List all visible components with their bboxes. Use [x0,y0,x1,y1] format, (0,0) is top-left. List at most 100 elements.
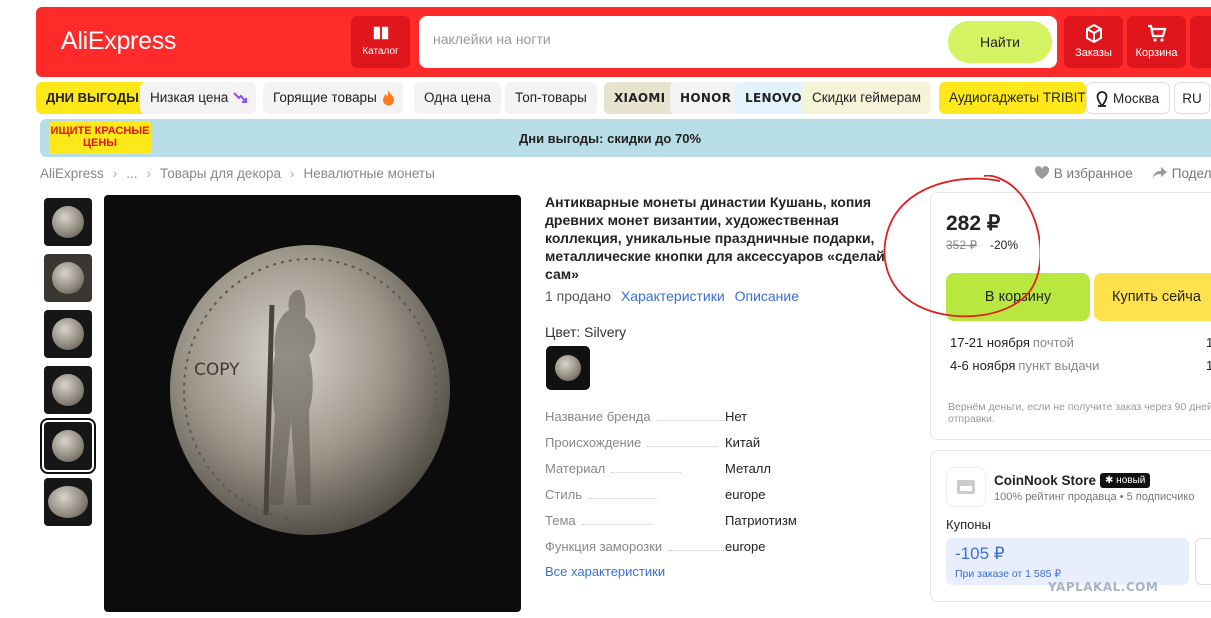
badge-label: новый [1116,475,1146,486]
coin-image [48,486,88,518]
coin-image [52,374,84,406]
coin-image [52,430,84,462]
product-thumbnail[interactable] [44,366,92,414]
chip-lenovo[interactable]: LENOVO [735,82,812,114]
share-icon [1153,167,1167,179]
buy-now-button[interactable]: Купить сейча [1094,273,1211,321]
promo-chips: ДНИ ВЫГОДЫ Низкая цена Горящие товары Од… [36,82,1211,114]
chip-label: Горящие товары [273,90,377,105]
search-box: Найти [419,16,1057,68]
location-selector[interactable]: Москва [1086,82,1170,114]
chip-one-price[interactable]: Одна цена [414,82,501,114]
watermark: YAPLAKAL.COM [1048,580,1159,594]
more-header-button[interactable] [1190,16,1211,68]
spec-value: Металл [725,461,771,476]
store-name[interactable]: CoinNook Store [994,473,1096,488]
product-thumbnail[interactable] [44,198,92,246]
color-swatch-silvery[interactable] [546,346,590,390]
spec-key: Название бренда [545,409,651,424]
fire-icon [382,90,394,106]
chevron-right-icon: › [290,166,295,181]
chip-top-products[interactable]: Топ-товары [505,82,597,114]
spec-row: Стиль europe [545,487,875,513]
delivery-row[interactable]: 4-6 ноября пункт выдачи [950,358,1099,373]
language-selector[interactable]: RU [1174,82,1210,114]
spec-key: Происхождение [545,435,642,450]
spec-row: Тема Патриотизм [545,513,875,539]
catalog-button[interactable]: Каталог [351,16,410,68]
coupon-amount: -105 ₽ [955,544,1005,563]
coin-image [52,318,84,350]
delivery-row[interactable]: 17-21 ноября почтой [950,335,1074,350]
characteristics-link[interactable]: Характеристики [621,288,725,304]
description-link[interactable]: Описание [735,288,799,304]
spec-value: Патриотизм [725,513,797,528]
banner-text: Дни выгоды: скидки до 70% [518,131,702,146]
add-to-cart-button[interactable]: В корзину [946,273,1090,321]
coin-image: COPY [170,245,450,535]
store-meta: 100% рейтинг продавца • 5 подписчико [994,491,1195,503]
breadcrumb-item[interactable]: Товары для декора [160,166,281,181]
spec-row: Функция заморозки europe [545,539,875,565]
aliexpress-logo[interactable]: AliExpress [61,27,176,56]
product-main-image[interactable]: COPY [104,195,521,612]
chip-low-price[interactable]: Низкая цена [140,82,257,114]
spec-row: Материал Металл [545,461,875,487]
product-thumbnail[interactable] [44,254,92,302]
cart-icon [1147,24,1166,42]
coupon-condition: При заказе от 1 585 ₽ [955,568,1062,580]
heart-icon [1034,166,1050,179]
product-thumbnail[interactable] [44,478,92,526]
chip-honor[interactable]: HONOR [670,82,742,114]
coin-image [52,262,84,294]
spec-row: Название бренда Нет [545,409,875,435]
sold-count: 1 продано [545,288,611,304]
spec-key: Стиль [545,487,582,502]
chip-hot-products[interactable]: Горящие товары [263,82,403,114]
breadcrumb-item[interactable]: AliExpress [40,166,104,181]
favorite-button[interactable]: В избранное [1034,166,1133,181]
orders-button[interactable]: Заказы [1064,16,1123,68]
store-icon[interactable] [946,467,986,507]
breadcrumb: AliExpress ›... › Товары для декора › Невалют… [40,166,435,181]
all-specs-link[interactable]: Все характеристики [545,564,665,579]
chip-audio-gadgets[interactable]: Аудиогаджеты TRIBIT [939,82,1086,114]
chip-profit-days[interactable]: ДНИ ВЫГОДЫ [36,82,149,114]
product-title: Антикварные монеты династии Кушань, копи… [545,194,885,282]
delivery-price: 1( [1206,358,1211,373]
coupons-label: Купоны [946,517,991,532]
product-thumbnail-active[interactable] [40,418,96,474]
coupon-card[interactable]: -105 ₽ При заказе от 1 585 ₽ [946,538,1189,585]
coupon-card-next[interactable] [1195,538,1211,585]
spec-value: Китай [725,435,761,450]
product-thumbnail[interactable] [44,310,92,358]
old-price: 352 ₽ [946,238,977,252]
cart-label: Корзина [1135,47,1178,59]
spec-value: europe [725,487,766,502]
search-input[interactable] [433,31,933,47]
delivery-method: почтой [1032,335,1074,350]
spec-key: Функция заморозки [545,539,663,554]
search-button[interactable]: Найти [948,21,1052,63]
chevron-right-icon: › [146,166,152,181]
spec-list: Название бренда Нет Происхождение Китай Ма… [545,409,875,565]
coin-image [555,355,581,381]
spec-value: europe [725,539,766,554]
share-button[interactable]: Подел [1152,166,1211,181]
sold-row: 1 продано Характеристики Описание [545,288,799,304]
coin-image [52,206,84,238]
box-icon [1085,23,1102,43]
chip-gamer-discounts[interactable]: Скидки геймерам [802,82,932,114]
refund-note: Вернём деньги, если не получите заказ че… [948,401,1211,425]
chip-label: Низкая цена [150,90,229,105]
breadcrumb-item[interactable]: Невалютные монеты [304,166,435,181]
catalog-label: Каталог [362,46,399,57]
promo-banner[interactable]: ИЩИТЕ КРАСНЫЕ ЦЕНЫ Дни выгоды: скидки до… [40,119,1211,157]
chip-xiaomi[interactable]: XIAOMI [604,82,676,114]
breadcrumb-item[interactable]: ... [126,166,137,181]
arrow-down-icon [233,92,248,103]
cart-header-button[interactable]: Корзина [1127,16,1186,68]
header-bar: AliExpress Каталог Найти Заказы Корзина [36,7,1211,77]
spec-key: Тема [545,513,576,528]
spec-key: Материал [545,461,606,476]
